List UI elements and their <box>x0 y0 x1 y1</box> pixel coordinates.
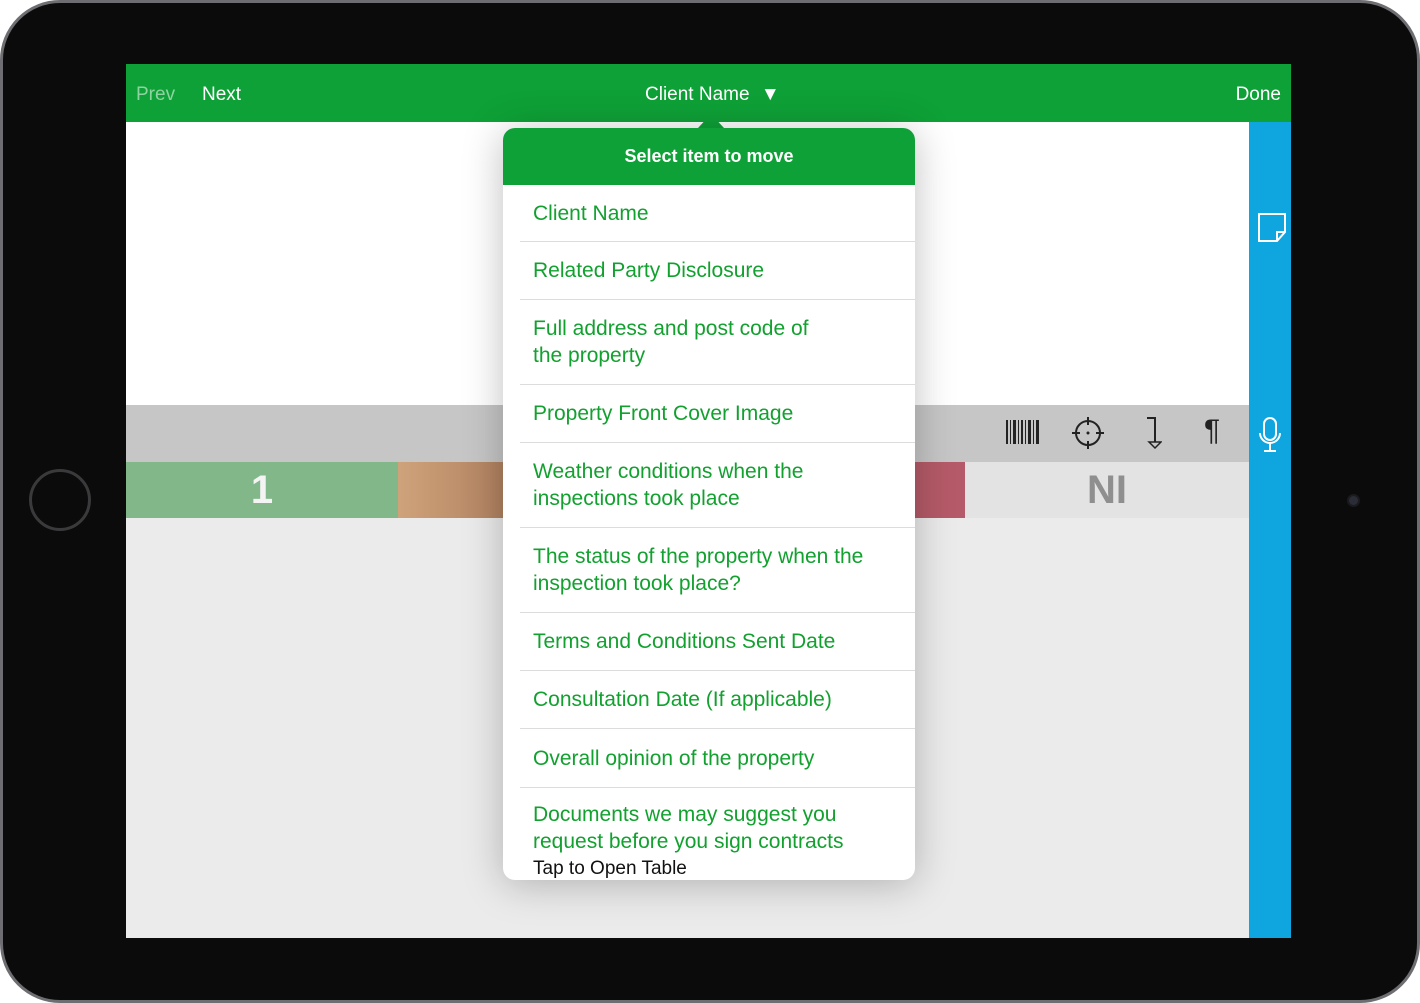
list-item[interactable]: Client Name <box>520 185 915 242</box>
arrow-down-icon[interactable] <box>1144 416 1163 458</box>
crosshair-icon[interactable] <box>1072 417 1104 457</box>
rating-cell-1[interactable]: 1 <box>126 462 398 518</box>
list-item[interactable]: Consultation Date (If applicable) <box>520 671 915 729</box>
title-label: Client Name <box>645 84 750 105</box>
list-item[interactable]: Documents we may suggest you request bef… <box>520 788 915 880</box>
popover-arrow <box>698 114 724 128</box>
item-label: Full address and post code of the proper… <box>533 317 809 367</box>
done-button[interactable]: Done <box>1236 84 1281 106</box>
caret-down-icon: ▼ <box>760 84 780 105</box>
home-button[interactable] <box>29 469 91 531</box>
list-item[interactable]: Weather conditions when the inspections … <box>520 443 915 528</box>
list-item[interactable]: Full address and post code of the proper… <box>520 300 915 385</box>
popover-header: Select item to move <box>503 128 915 185</box>
item-subtitle: Tap to Open Table <box>533 858 687 879</box>
item-label: Weather conditions when the inspections … <box>533 460 804 510</box>
list-item[interactable]: Overall opinion of the property <box>520 729 915 788</box>
item-label: Related Party Disclosure <box>533 259 765 282</box>
item-label: Overall opinion of the property <box>533 746 815 770</box>
list-item[interactable]: The status of the property when the insp… <box>520 528 915 613</box>
rating-cell-ni[interactable]: NI <box>965 462 1249 518</box>
item-label: Documents we may suggest you request bef… <box>533 803 844 853</box>
item-label: Terms and Conditions Sent Date <box>533 630 836 653</box>
prev-button[interactable]: Prev <box>136 84 175 106</box>
list-item[interactable]: Property Front Cover Image <box>520 385 915 443</box>
rating-cell-2[interactable] <box>398 462 508 518</box>
next-button[interactable]: Next <box>202 84 241 106</box>
item-label: Client Name <box>533 201 649 225</box>
list-item[interactable]: Related Party Disclosure <box>520 242 915 300</box>
microphone-icon[interactable] <box>1258 417 1282 458</box>
item-label: The status of the property when the insp… <box>533 545 864 595</box>
title-dropdown[interactable]: Client Name ▼ <box>645 84 780 106</box>
select-item-popover: Select item to move Client Name Related … <box>503 128 915 880</box>
item-label: Property Front Cover Image <box>533 402 794 425</box>
sidebar <box>1249 122 1291 938</box>
camera <box>1347 494 1360 507</box>
note-icon[interactable] <box>1257 212 1287 249</box>
paragraph-icon[interactable]: ¶ <box>1204 414 1220 448</box>
barcode-icon[interactable] <box>1006 420 1040 454</box>
list-item[interactable]: Terms and Conditions Sent Date <box>520 613 915 671</box>
item-label: Consultation Date (If applicable) <box>533 688 832 711</box>
